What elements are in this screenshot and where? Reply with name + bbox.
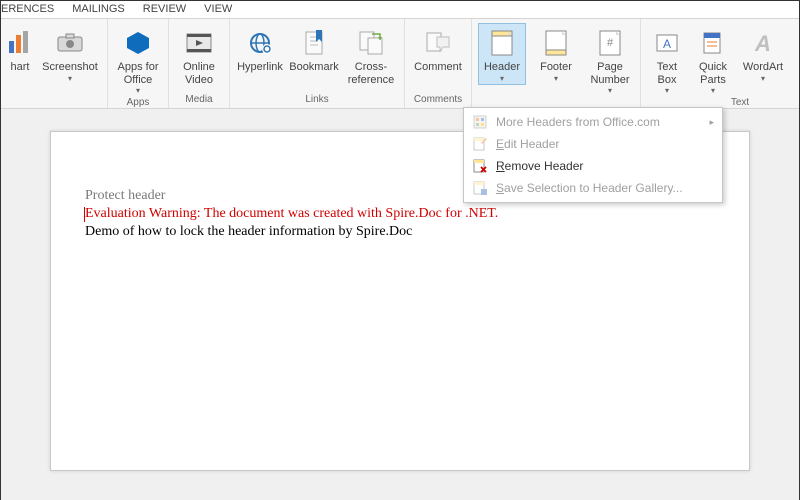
online-video-button[interactable]: Online Video <box>175 23 223 88</box>
comment-label: Comment <box>414 61 462 74</box>
caret-icon: ▾ <box>608 86 612 95</box>
pagenum-label: Page Number <box>588 61 632 86</box>
apps-for-office-button[interactable]: Apps for Office ▾ <box>114 23 162 97</box>
drop-cap-button[interactable]: A Drop Cap ▾ <box>793 23 800 97</box>
menu-more-headers: More Headers from Office.com ▸ <box>466 111 720 133</box>
dropcap-label: Drop Cap <box>795 61 800 86</box>
text-box-button[interactable]: A Text Box ▾ <box>647 23 687 97</box>
svg-text:A: A <box>754 31 771 55</box>
bookmark-button[interactable]: Bookmark <box>290 23 338 76</box>
caret-icon: ▾ <box>554 74 558 83</box>
svg-text:A: A <box>663 37 671 51</box>
caret-icon: ▾ <box>500 74 504 83</box>
bookmark-icon <box>302 25 326 61</box>
textbox-label: Text Box <box>649 61 685 86</box>
screenshot-label: Screenshot <box>42 61 98 74</box>
comment-button[interactable]: Comment <box>411 23 465 76</box>
footer-icon <box>545 25 567 61</box>
wordart-label: WordArt <box>743 61 783 74</box>
quickparts-label: Quick Parts <box>695 61 731 86</box>
submenu-arrow-icon: ▸ <box>709 117 714 128</box>
header-dropdown-menu: More Headers from Office.com ▸ Edit Head… <box>463 107 723 203</box>
hyperlink-label: Hyperlink <box>237 61 283 74</box>
save-gallery-icon <box>472 180 488 196</box>
menu-save-label: Save Selection to Header Gallery... <box>496 181 683 195</box>
comment-icon <box>425 25 451 61</box>
crossref-label: Cross-reference <box>346 61 396 86</box>
caret-icon: ▾ <box>711 86 715 95</box>
menu-more-label: More Headers from Office.com <box>496 115 660 129</box>
chart-icon <box>9 25 31 61</box>
chart-label: hart <box>11 61 30 74</box>
crossref-icon <box>358 25 384 61</box>
quick-parts-button[interactable]: Quick Parts ▾ <box>693 23 733 97</box>
wordart-icon: A <box>750 25 776 61</box>
menu-remove-header[interactable]: Remove Header <box>466 155 720 177</box>
menu-edit-header: Edit Header <box>466 133 720 155</box>
caret-icon: ▾ <box>136 86 140 95</box>
screenshot-icon <box>56 25 84 61</box>
page-number-button[interactable]: # Page Number ▾ <box>586 23 634 97</box>
video-label: Online Video <box>177 61 221 86</box>
caret-icon: ▾ <box>665 86 669 95</box>
menu-tabs: ERENCES MAILINGS REVIEW VIEW <box>1 1 799 19</box>
bookmark-label: Bookmark <box>289 61 339 74</box>
tab-view[interactable]: VIEW <box>204 3 232 15</box>
text-cursor <box>84 207 85 222</box>
edit-header-icon <box>472 136 488 152</box>
header-icon <box>491 25 513 61</box>
cross-reference-button[interactable]: Cross-reference <box>344 23 398 88</box>
screenshot-button[interactable]: Screenshot ▾ <box>39 23 101 85</box>
remove-header-icon <box>472 158 488 174</box>
tab-references[interactable]: ERENCES <box>1 3 54 15</box>
apps-label: Apps for Office <box>116 61 160 86</box>
chart-button[interactable]: hart <box>7 23 33 76</box>
group-comments-label: Comments <box>414 94 462 107</box>
group-media-label: Media <box>185 94 212 107</box>
hyperlink-icon <box>246 25 274 61</box>
document-warning-text: Evaluation Warning: The document was cre… <box>85 206 715 222</box>
quickparts-icon <box>701 25 725 61</box>
footer-label: Footer <box>540 61 572 74</box>
office-icon <box>472 114 488 130</box>
textbox-icon: A <box>655 25 679 61</box>
ribbon: hart Screenshot ▾ Apps for Office ▾ Apps <box>1 19 799 109</box>
hyperlink-button[interactable]: Hyperlink <box>236 23 284 76</box>
group-apps-label: Apps <box>127 97 150 110</box>
tab-mailings[interactable]: MAILINGS <box>72 3 125 15</box>
header-button[interactable]: Header ▾ <box>478 23 526 85</box>
apps-icon <box>125 25 151 61</box>
svg-text:#: # <box>607 37 614 49</box>
pagenum-icon: # <box>599 25 621 61</box>
caret-icon: ▾ <box>761 74 765 83</box>
group-text-label: Text <box>731 97 749 110</box>
footer-button[interactable]: Footer ▾ <box>532 23 580 85</box>
group-links-label: Links <box>305 94 328 107</box>
document-body-text: Demo of how to lock the header informati… <box>85 224 715 240</box>
video-icon <box>185 25 213 61</box>
tab-review[interactable]: REVIEW <box>143 3 186 15</box>
menu-edit-label: Edit Header <box>496 137 559 151</box>
wordart-button[interactable]: A WordArt ▾ <box>739 23 787 85</box>
menu-remove-label: Remove Header <box>496 159 583 173</box>
header-label: Header <box>484 61 520 74</box>
caret-icon: ▾ <box>68 74 72 83</box>
menu-save-to-gallery: Save Selection to Header Gallery... <box>466 177 720 199</box>
